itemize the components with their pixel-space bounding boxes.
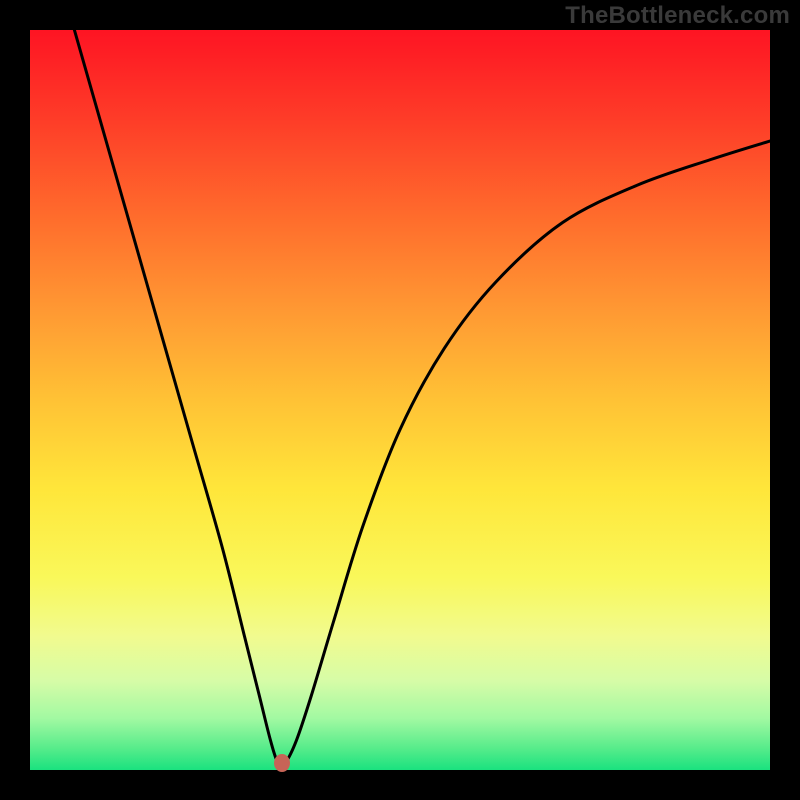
watermark-text: TheBottleneck.com xyxy=(565,2,790,30)
optimal-point-marker xyxy=(274,754,290,772)
plot-gradient-background xyxy=(30,30,770,770)
chart-frame: TheBottleneck.com xyxy=(0,0,800,800)
